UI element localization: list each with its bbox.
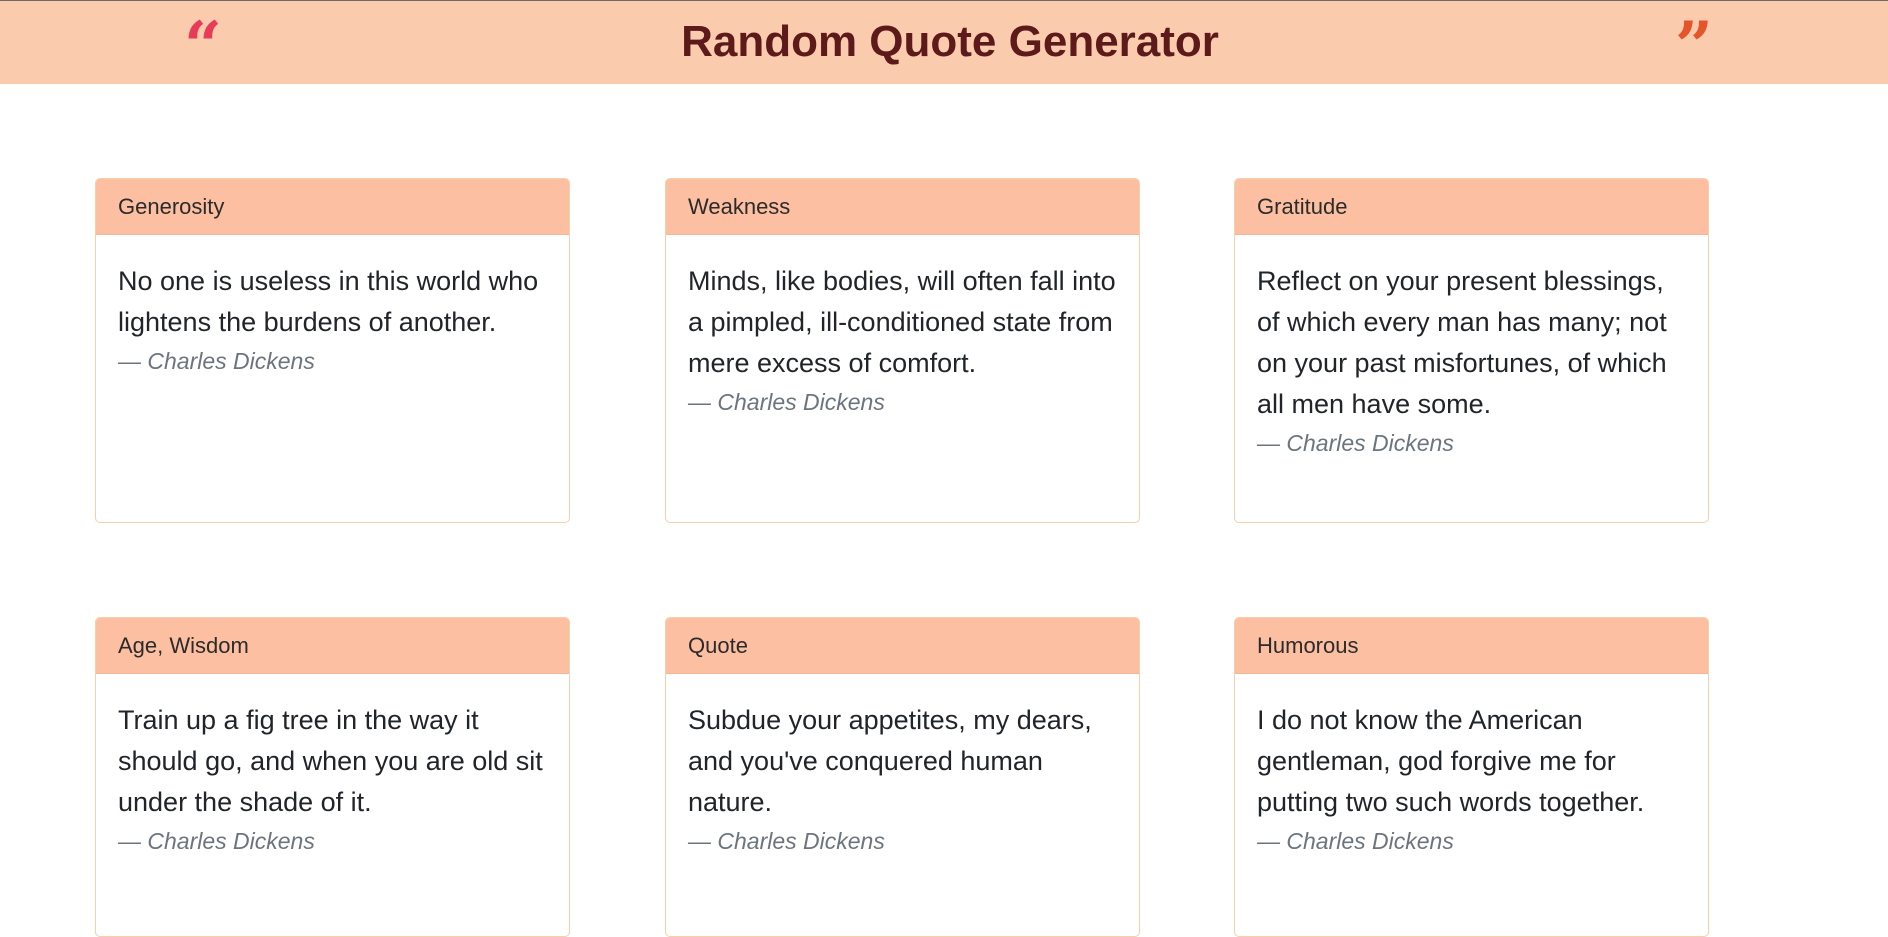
quote-author: — Charles Dickens xyxy=(688,828,885,854)
quote-author: — Charles Dickens xyxy=(118,828,315,854)
card-body: Reflect on your present blessings, of wh… xyxy=(1235,235,1708,483)
page-title: Random Quote Generator xyxy=(681,17,1219,66)
quote-author: — Charles Dickens xyxy=(118,348,315,374)
quote-card-weakness: Weakness Minds, like bodies, will often … xyxy=(665,178,1140,523)
quote-card-generosity: Generosity No one is useless in this wor… xyxy=(95,178,570,523)
quote-author: — Charles Dickens xyxy=(1257,828,1454,854)
app-header: “ Random Quote Generator ” xyxy=(0,0,1888,84)
close-quote-icon: ” xyxy=(1675,7,1713,85)
quote-card-gratitude: Gratitude Reflect on your present blessi… xyxy=(1234,178,1709,523)
quote-card-quote: Quote Subdue your appetites, my dears, a… xyxy=(665,617,1140,937)
quote-text: No one is useless in this world who ligh… xyxy=(118,266,539,337)
quote-card-age-wisdom: Age, Wisdom Train up a fig tree in the w… xyxy=(95,617,570,937)
card-category: Quote xyxy=(666,618,1139,674)
quote-author: — Charles Dickens xyxy=(688,389,885,415)
quote-text: Reflect on your present blessings, of wh… xyxy=(1257,266,1667,419)
quote-text: Minds, like bodies, will often fall into… xyxy=(688,266,1116,378)
quote-text: Train up a fig tree in the way it should… xyxy=(118,705,543,817)
quote-author: — Charles Dickens xyxy=(1257,430,1454,456)
card-category: Gratitude xyxy=(1235,179,1708,235)
quote-text: I do not know the American gentleman, go… xyxy=(1257,705,1645,817)
card-body: I do not know the American gentleman, go… xyxy=(1235,674,1708,881)
card-body: Train up a fig tree in the way it should… xyxy=(96,674,569,881)
card-category: Generosity xyxy=(96,179,569,235)
card-category: Age, Wisdom xyxy=(96,618,569,674)
card-body: Subdue your appetites, my dears, and you… xyxy=(666,674,1139,881)
quote-text: Subdue your appetites, my dears, and you… xyxy=(688,705,1092,817)
card-category: Humorous xyxy=(1235,618,1708,674)
card-body: Minds, like bodies, will often fall into… xyxy=(666,235,1139,442)
card-body: No one is useless in this world who ligh… xyxy=(96,235,569,401)
quote-card-humorous: Humorous I do not know the American gent… xyxy=(1234,617,1709,937)
card-category: Weakness xyxy=(666,179,1139,235)
